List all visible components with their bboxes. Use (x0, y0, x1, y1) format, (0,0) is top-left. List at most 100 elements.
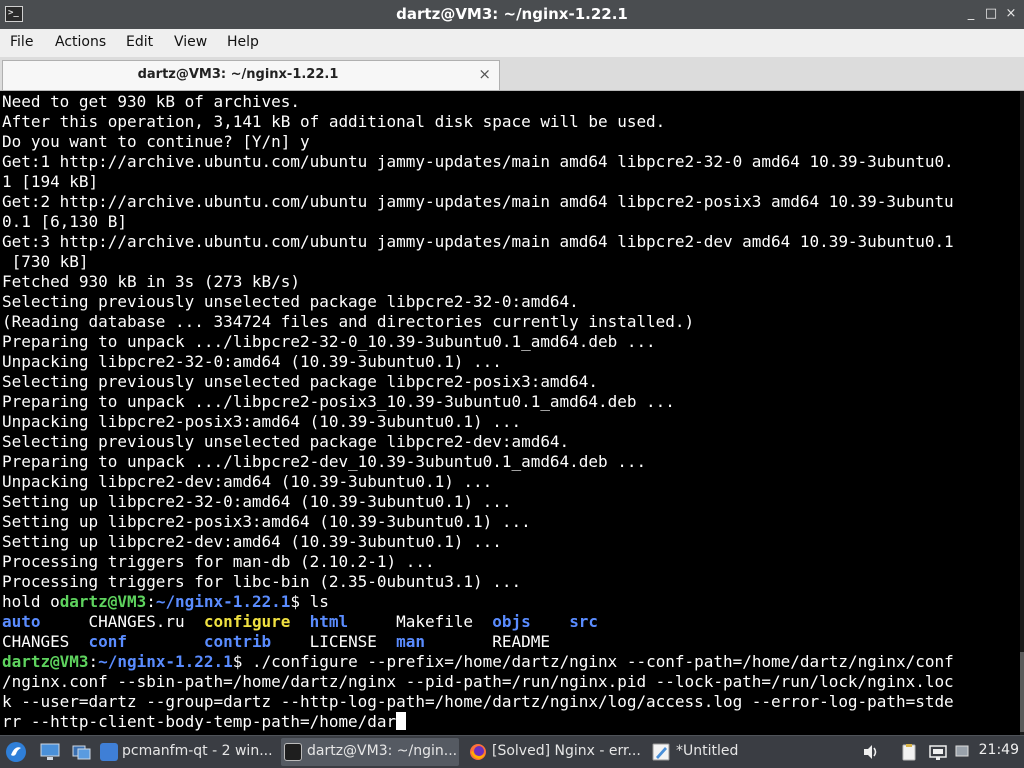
terminal-text: LICENSE (271, 632, 397, 651)
terminal-text: Processing triggers for libc-bin (2.35-0… (2, 572, 522, 591)
close-button[interactable]: × (1002, 6, 1020, 22)
terminal-text: auto (2, 612, 41, 631)
terminal-line: After this operation, 3,141 kB of additi… (2, 112, 954, 132)
terminal-text: configure (203, 612, 291, 631)
terminal-text: Selecting previously unselected package … (2, 432, 570, 451)
desktop-icon (40, 743, 60, 760)
terminal-text: objs (492, 612, 531, 631)
menu-bar: File Actions Edit View Help (0, 29, 1024, 57)
firefox-icon (470, 744, 486, 760)
start-menu-button[interactable] (4, 738, 28, 766)
terminal-text: Makefile (348, 612, 493, 631)
terminal-line: Setting up libpcre2-32-0:amd64 (10.39-3u… (2, 492, 954, 512)
taskbar-item-label: pcmanfm-qt - 2 win... (122, 743, 273, 759)
terminal-line: Selecting previously unselected package … (2, 372, 954, 392)
terminal-scrollbar-thumb[interactable] (1020, 652, 1024, 732)
minimize-button[interactable]: _ (962, 6, 980, 22)
terminal-line: Unpacking libpcre2-posix3:amd64 (10.39-3… (2, 412, 954, 432)
terminal-text: ~/nginx-1.22.1 (155, 592, 291, 611)
text-editor-icon (652, 743, 670, 761)
terminal-text: Get:3 http://archive.ubuntu.com/ubuntu j… (2, 232, 954, 251)
network-icon[interactable] (929, 743, 947, 761)
terminal-line: Processing triggers for man-db (2.10.2-1… (2, 552, 954, 572)
terminal-output[interactable]: Need to get 930 kB of archives. After thi… (0, 91, 1024, 735)
menu-file[interactable]: File (10, 34, 33, 50)
terminal-line: Fetched 930 kB in 3s (273 kB/s) (2, 272, 954, 292)
tab-bar: dartz@VM3: ~/nginx-1.22.1 × (0, 57, 1024, 91)
terminal-line: 1 [194 kB] (2, 172, 954, 192)
terminal-text: hold o (2, 592, 60, 611)
taskbar-item-label: [Solved] Nginx - err... (492, 743, 641, 759)
taskbar-item-text-editor[interactable]: *Untitled (652, 738, 802, 766)
terminal-text: conf (88, 632, 127, 651)
terminal-lines: Need to get 930 kB of archives. After thi… (2, 92, 954, 732)
terminal-text: $ ./configure --prefix=/home/dartz/nginx… (232, 652, 954, 671)
terminal-text: Unpacking libpcre2-dev:amd64 (10.39-3ubu… (2, 472, 493, 491)
clock[interactable]: 21:49 (979, 742, 1019, 758)
terminal-line: Processing triggers for libc-bin (2.35-0… (2, 572, 954, 592)
terminal-line: 0.1 [6,130 B] (2, 212, 954, 232)
clipboard-icon[interactable] (900, 743, 918, 761)
window-switcher-button[interactable] (70, 738, 94, 766)
terminal-line: Get:1 http://archive.ubuntu.com/ubuntu j… (2, 152, 954, 172)
window-title: dartz@VM3: ~/nginx-1.22.1 (396, 5, 628, 23)
terminal-text: (Reading database ... 334724 files and d… (2, 312, 695, 331)
terminal-line: Do you want to continue? [Y/n] y (2, 132, 954, 152)
terminal-line: Setting up libpcre2-posix3:amd64 (10.39-… (2, 512, 954, 532)
terminal-line: Get:2 http://archive.ubuntu.com/ubuntu j… (2, 192, 954, 212)
terminal-line: dartz@VM3:~/nginx-1.22.1$ ./configure --… (2, 652, 954, 672)
terminal-line: Unpacking libpcre2-dev:amd64 (10.39-3ubu… (2, 472, 954, 492)
tab-label: dartz@VM3: ~/nginx-1.22.1 (137, 67, 339, 82)
terminal-text: html (309, 612, 349, 631)
terminal-text: CHANGES (2, 632, 89, 651)
windows-icon (72, 745, 91, 760)
terminal-scrollbar[interactable] (1020, 91, 1024, 735)
terminal-text: man (396, 632, 425, 651)
menu-actions[interactable]: Actions (55, 34, 106, 50)
terminal-line: Need to get 930 kB of archives. (2, 92, 954, 112)
terminal-text: Get:1 http://archive.ubuntu.com/ubuntu j… (2, 152, 954, 171)
terminal-text: k --user=dartz --group=dartz --http-log-… (2, 692, 954, 711)
tab-close-button[interactable]: × (478, 65, 491, 83)
terminal-text: After this operation, 3,141 kB of additi… (2, 112, 666, 131)
terminal-text: Setting up libpcre2-32-0:amd64 (10.39-3u… (2, 492, 512, 511)
terminal-line: Preparing to unpack .../libpcre2-32-0_10… (2, 332, 954, 352)
terminal-text: Unpacking libpcre2-32-0:amd64 (10.39-3ub… (2, 352, 502, 371)
taskbar-item-pcmanfm[interactable]: pcmanfm-qt - 2 win... (100, 738, 274, 766)
terminal-text: CHANGES.ru (40, 612, 204, 631)
terminal-text: Preparing to unpack .../libpcre2-dev_10.… (2, 452, 647, 471)
terminal-line: [730 kB] (2, 252, 954, 272)
terminal-cursor (396, 712, 407, 730)
terminal-line: rr --http-client-body-temp-path=/home/da… (2, 712, 954, 732)
maximize-button[interactable]: □ (982, 6, 1000, 22)
window-titlebar[interactable]: >_ dartz@VM3: ~/nginx-1.22.1 _ □ × (0, 0, 1024, 29)
menu-help[interactable]: Help (227, 34, 259, 50)
terminal-text: : (88, 652, 99, 671)
terminal-text: Unpacking libpcre2-posix3:amd64 (10.39-3… (2, 412, 522, 431)
terminal-text: Need to get 930 kB of archives. (2, 92, 300, 111)
taskbar-item-firefox[interactable]: [Solved] Nginx - err... (468, 738, 644, 766)
terminal-icon (284, 743, 302, 761)
taskbar-item-terminal[interactable]: dartz@VM3: ~/ngin... (281, 738, 459, 766)
terminal-line: Get:3 http://archive.ubuntu.com/ubuntu j… (2, 232, 954, 252)
terminal-text: Selecting previously unselected package … (2, 372, 598, 391)
terminal-text: Preparing to unpack .../libpcre2-32-0_10… (2, 332, 656, 351)
tab-terminal[interactable]: dartz@VM3: ~/nginx-1.22.1 × (2, 60, 500, 90)
notification-icon[interactable] (955, 745, 969, 759)
show-desktop-button[interactable] (38, 738, 62, 766)
terminal-line: Preparing to unpack .../libpcre2-dev_10.… (2, 452, 954, 472)
terminal-text: dartz@VM3 (59, 592, 147, 611)
menu-edit[interactable]: Edit (126, 34, 153, 50)
terminal-text: dartz@VM3 (2, 652, 89, 671)
volume-icon[interactable] (862, 743, 880, 761)
taskbar-item-label: *Untitled (676, 743, 739, 759)
menu-view[interactable]: View (174, 34, 207, 50)
terminal-line: Selecting previously unselected package … (2, 432, 954, 452)
terminal-line: /nginx.conf --sbin-path=/home/dartz/ngin… (2, 672, 954, 692)
terminal-text: Selecting previously unselected package … (2, 292, 579, 311)
terminal-text: Preparing to unpack .../libpcre2-posix3_… (2, 392, 675, 411)
terminal-text: Do you want to continue? [Y/n] y (2, 132, 310, 151)
terminal-text: ~/nginx-1.22.1 (98, 652, 233, 671)
